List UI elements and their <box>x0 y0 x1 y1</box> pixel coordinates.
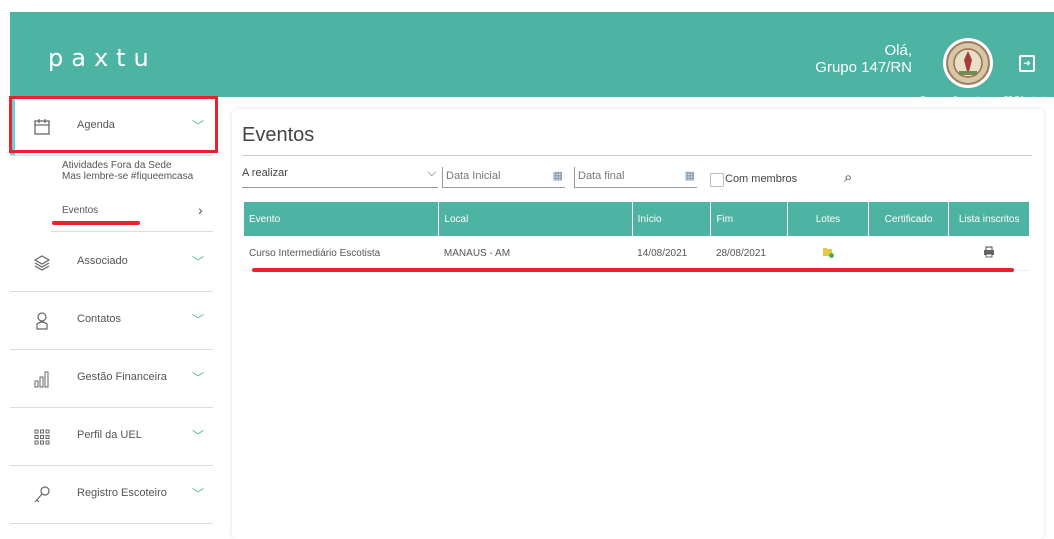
col-lotes[interactable]: Lotes <box>787 202 869 236</box>
submenu-line2: Mas lembre-se #fiqueemcasa <box>62 171 194 182</box>
sidebar-item-label: Registro Escoteiro <box>77 487 167 499</box>
divider <box>242 155 1032 156</box>
sidebar-item-label: Perfil da UEL <box>77 429 142 441</box>
logout-icon[interactable]: ➜ <box>1019 55 1035 72</box>
folder-add-icon[interactable] <box>822 246 834 258</box>
col-evento[interactable]: Evento <box>244 202 440 236</box>
date-start-placeholder: Data Inicial <box>446 170 501 182</box>
status-select-value: A realizar <box>242 167 288 179</box>
app-logo[interactable]: paxtu <box>48 44 157 72</box>
highlight-underline <box>52 221 140 225</box>
calendar-icon[interactable]: ▦ <box>685 169 695 182</box>
members-checkbox[interactable] <box>710 173 724 187</box>
chevron-down-icon: ﹀ <box>192 313 205 327</box>
key-icon <box>34 486 50 503</box>
date-start-field[interactable]: Data Inicial ▦ <box>442 167 565 188</box>
search-icon[interactable]: ⌕ <box>844 169 852 186</box>
cell-evento: Curso Intermediário Escotista <box>244 236 439 271</box>
sidebar-item-label: Gestão Financeira <box>77 371 167 383</box>
greeting-group: Grupo 147/RN <box>815 59 912 76</box>
top-bar: paxtu Olá, Grupo 147/RN ➜ Sua sessão exp… <box>10 12 1054 104</box>
sidebar-item-gestao-financeira[interactable]: Gestão Financeira ﹀ <box>10 349 213 408</box>
cell-certificado <box>868 236 949 271</box>
col-inicio[interactable]: Início <box>632 202 712 236</box>
events-panel: Eventos A realizar ⌵ Data Inicial ▦ Data… <box>232 109 1044 539</box>
col-local[interactable]: Local <box>438 202 633 236</box>
highlight-underline <box>252 268 1014 272</box>
page-title: Eventos <box>242 124 315 146</box>
table-header-row: Evento Local Início Fim Lotes Certificad… <box>244 202 1030 236</box>
calendar-icon[interactable]: ▦ <box>553 169 563 182</box>
user-greeting: Olá, Grupo 147/RN <box>815 42 912 76</box>
date-end-field[interactable]: Data final ▦ <box>574 167 697 188</box>
cell-lotes <box>787 236 869 271</box>
sidebar-item-label: Contatos <box>77 313 122 325</box>
cell-local: MANAUS - AM <box>438 236 633 271</box>
sidebar-item-associado[interactable]: Associado ﹀ <box>10 233 213 292</box>
session-timer: Sua sessão expira em: 29:54 minutos <box>920 95 1054 104</box>
divider <box>50 231 213 232</box>
submenu-eventos[interactable]: Eventos <box>62 205 98 216</box>
cell-inicio: 14/08/2021 <box>632 236 711 271</box>
chevron-down-icon: ﹀ <box>192 487 205 501</box>
col-fim[interactable]: Fim <box>710 202 789 236</box>
scout-emblem-icon <box>946 41 990 85</box>
cell-fim: 28/08/2021 <box>710 236 788 271</box>
sidebar: Agenda ﹀ Atividades Fora da Sede Mas lem… <box>9 96 218 532</box>
highlight-box <box>9 96 218 153</box>
status-select[interactable]: A realizar ⌵ <box>242 167 438 188</box>
date-end-placeholder: Data final <box>578 170 625 182</box>
chevron-right-icon: › <box>198 202 203 218</box>
layers-icon <box>33 255 51 271</box>
chevron-down-icon: ﹀ <box>192 429 205 443</box>
print-icon[interactable] <box>983 246 995 258</box>
table-row[interactable]: Curso Intermediário Escotista MANAUS - A… <box>244 236 1030 271</box>
bar-chart-icon <box>34 371 49 388</box>
submenu-line1: Atividades Fora da Sede <box>62 160 172 171</box>
chevron-down-icon: ﹀ <box>192 255 205 269</box>
sidebar-item-registro-escoteiro[interactable]: Registro Escoteiro ﹀ <box>10 465 213 524</box>
avatar[interactable] <box>943 38 993 88</box>
agenda-submenu: Atividades Fora da Sede Mas lembre-se #f… <box>10 155 213 233</box>
person-icon <box>36 312 48 330</box>
chevron-down-icon: ⌵ <box>427 167 436 179</box>
members-checkbox-label: Com membros <box>725 173 798 185</box>
col-certificado[interactable]: Certificado <box>868 202 950 236</box>
sidebar-item-perfil-uel[interactable]: Perfil da UEL ﹀ <box>10 407 213 466</box>
col-lista-inscritos[interactable]: Lista inscritos <box>948 202 1030 236</box>
chevron-down-icon: ﹀ <box>192 371 205 385</box>
sidebar-item-label: Associado <box>77 255 128 267</box>
grid-icon <box>34 429 50 445</box>
sidebar-item-contatos[interactable]: Contatos ﹀ <box>10 291 213 350</box>
sidebar-item-agenda[interactable]: Agenda ﹀ <box>9 96 218 156</box>
greeting-hello: Olá, <box>884 42 912 59</box>
events-table: Evento Local Início Fim Lotes Certificad… <box>244 202 1030 271</box>
submenu-atividades[interactable]: Atividades Fora da Sede Mas lembre-se #f… <box>62 160 193 182</box>
filter-bar: A realizar ⌵ Data Inicial ▦ Data final ▦… <box>232 164 1044 188</box>
cell-lista-inscritos <box>948 236 1030 271</box>
